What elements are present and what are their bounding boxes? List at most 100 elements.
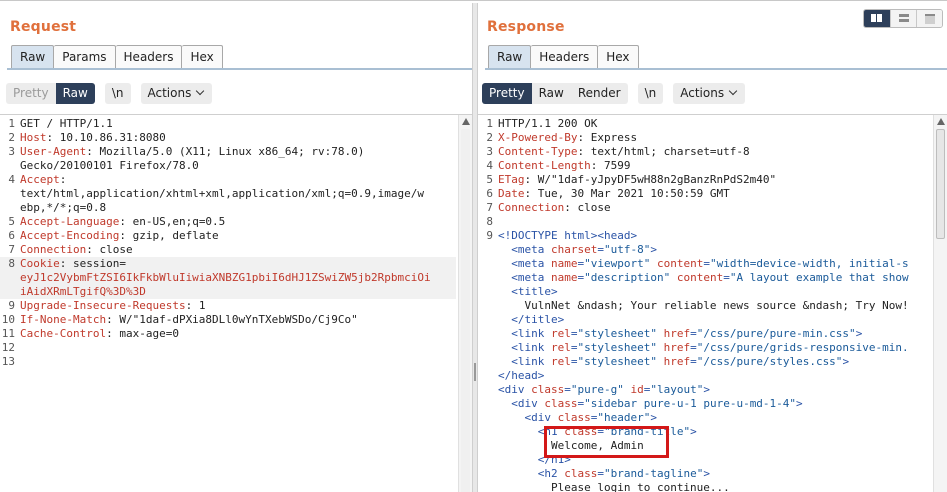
line-text: <link rel="stylesheet" href="/css/pure/g…: [498, 341, 935, 355]
line-text: <div class="sidebar pure-u-1 pure-u-md-1…: [498, 397, 935, 411]
request-tab-headers[interactable]: Headers: [115, 45, 183, 68]
code-token-attr: class: [544, 397, 578, 410]
code-token-tag: [670, 271, 677, 284]
line-number: 2: [8, 131, 15, 144]
code-token-attr: name: [551, 257, 578, 270]
splitter-grip-icon[interactable]: [474, 363, 476, 381]
response-view-render-button[interactable]: Render: [570, 83, 628, 104]
code-token-attr: charset: [551, 243, 598, 256]
line-number: 5: [8, 215, 15, 228]
response-tab-raw[interactable]: Raw: [488, 45, 532, 68]
code-token-str: "A layout example that show: [729, 271, 909, 284]
code-token-str: "/css/pure/pure-min.css": [696, 327, 856, 340]
request-line: eyJ1c2VybmFtZSI6IkFkbWluIiwiaXNBZG1pbiI6…: [0, 271, 456, 285]
response-line: Please login to continue...: [478, 481, 935, 492]
request-tab-params[interactable]: Params: [54, 45, 116, 68]
request-view-raw-button[interactable]: Raw: [55, 83, 95, 104]
line-number: 7: [8, 243, 15, 256]
header-value: ebp,*/*;q=0.8: [20, 201, 107, 214]
response-newline-button[interactable]: \n: [637, 83, 664, 104]
code-token-tag: <div: [498, 383, 532, 396]
line-text: Accept-Encoding: gzip, deflate: [20, 229, 456, 243]
line-number: [478, 243, 498, 257]
request-tab-raw[interactable]: Raw: [11, 45, 55, 68]
request-line: 10 If-None-Match: W/"1daf-dPXia8DLl0wYnTX…: [0, 313, 456, 327]
code-token-attr: name: [551, 271, 578, 284]
request-newline-button[interactable]: \n: [104, 83, 131, 104]
line-text: Upgrade-Insecure-Requests: 1: [20, 299, 456, 313]
line-number: 2: [486, 131, 493, 144]
code-token-attr: rel: [551, 341, 571, 354]
code-token-tag: =: [597, 467, 604, 480]
header-name: Date: [498, 187, 525, 200]
line-text: Host: 10.10.86.31:8080: [20, 131, 456, 145]
scroll-up-icon[interactable]: [462, 118, 470, 125]
code-token-str: "/css/pure/grids-responsive-min.: [696, 341, 909, 354]
line-number: [478, 341, 498, 355]
code-token-str: "stylesheet": [577, 355, 657, 368]
code-token-attr: class: [564, 467, 598, 480]
line-text: Gecko/20100101 Firefox/78.0: [20, 159, 456, 173]
line-number: 9: [8, 299, 15, 312]
header-value: : W/"1daf-dPXia8DLl0wYnTXebWSDo/Cj9Co": [106, 313, 358, 326]
request-editor[interactable]: 1 GET / HTTP/1.1 2 Host: 10.10.86.31:8080 3 U…: [0, 114, 472, 492]
header-value: text/html,application/xhtml+xml,applicat…: [20, 187, 424, 200]
line-number: 6: [486, 187, 493, 200]
code-token-pad: [498, 285, 511, 298]
side-by-side-layout-icon[interactable]: [864, 10, 890, 27]
code-token-attr: href: [663, 341, 691, 354]
response-line: 6 Date: Tue, 30 Mar 2021 10:50:59 GMT: [478, 187, 935, 201]
line-text: Please login to continue...: [498, 481, 935, 492]
line-number: [478, 467, 498, 481]
code-token-tag: >: [650, 411, 657, 424]
response-view-raw-button[interactable]: Raw: [531, 83, 571, 104]
request-line: 6 Accept-Encoding: gzip, deflate: [0, 229, 456, 243]
scroll-up-icon[interactable]: [937, 118, 945, 125]
stacked-layout-icon[interactable]: [890, 10, 916, 27]
request-tab-hex[interactable]: Hex: [182, 45, 223, 68]
header-name: Host: [20, 131, 47, 144]
code-token-attr: id: [630, 383, 644, 396]
response-line: <div class="header">: [478, 411, 935, 425]
code-token-tag: [657, 341, 664, 354]
line-text: <div class="header">: [498, 411, 935, 425]
line-number: [478, 439, 498, 453]
request-view-pretty-button[interactable]: Pretty: [6, 83, 56, 104]
response-pane: Response Raw Headers Hex Pretty Raw Render \…: [478, 3, 947, 492]
response-line: <div class="sidebar pure-u-1 pure-u-md-1…: [478, 397, 935, 411]
code-token-pad: [498, 453, 538, 466]
line-text: ETag: W/"1daf-yJpyDF5wH88n2gBanzRnPdS2m4…: [498, 173, 935, 187]
line-text: Accept-Language: en-US,en;q=0.5: [20, 215, 456, 229]
header-name: Content-Type: [498, 145, 578, 158]
code-token-text: Please login to continue...: [550, 481, 730, 492]
request-actions-button[interactable]: Actions: [140, 83, 213, 104]
tabbed-layout-icon[interactable]: [916, 10, 942, 27]
code-token-pad: [498, 411, 525, 424]
line-number: 9: [486, 229, 493, 242]
line-text: [498, 215, 935, 229]
response-scrollbar[interactable]: [933, 115, 947, 492]
code-token-attr: content: [656, 257, 704, 270]
response-actions-button[interactable]: Actions: [673, 83, 746, 104]
code-token-pad: [498, 397, 511, 410]
request-scroll-thumb[interactable]: [461, 129, 470, 492]
line-number: [478, 369, 498, 383]
request-line: 4 Accept:: [0, 173, 456, 187]
header-value: Gecko/20100101 Firefox/78.0: [20, 159, 199, 172]
response-scroll-thumb[interactable]: [936, 129, 945, 239]
response-line: 9 <!DOCTYPE html><head>: [478, 229, 935, 243]
response-view-pretty-button[interactable]: Pretty: [482, 83, 532, 104]
response-tab-headers[interactable]: Headers: [531, 45, 599, 68]
header-value: : gzip, deflate: [119, 229, 219, 242]
request-tab-underline: [7, 68, 472, 70]
request-line: Gecko/20100101 Firefox/78.0: [0, 159, 456, 173]
code-token-tag: =: [690, 327, 697, 340]
line-text: <link rel="stylesheet" href="/css/pure/p…: [498, 327, 935, 341]
response-tab-hex[interactable]: Hex: [598, 45, 639, 68]
code-token-str: "utf-8": [603, 243, 651, 256]
code-token-tag: [657, 327, 664, 340]
response-line: <h2 class="brand-tagline">: [478, 467, 935, 481]
header-value: HTTP/1.1 200 OK: [498, 117, 598, 130]
request-scrollbar[interactable]: [458, 115, 472, 492]
chevron-down-icon: [196, 86, 205, 96]
